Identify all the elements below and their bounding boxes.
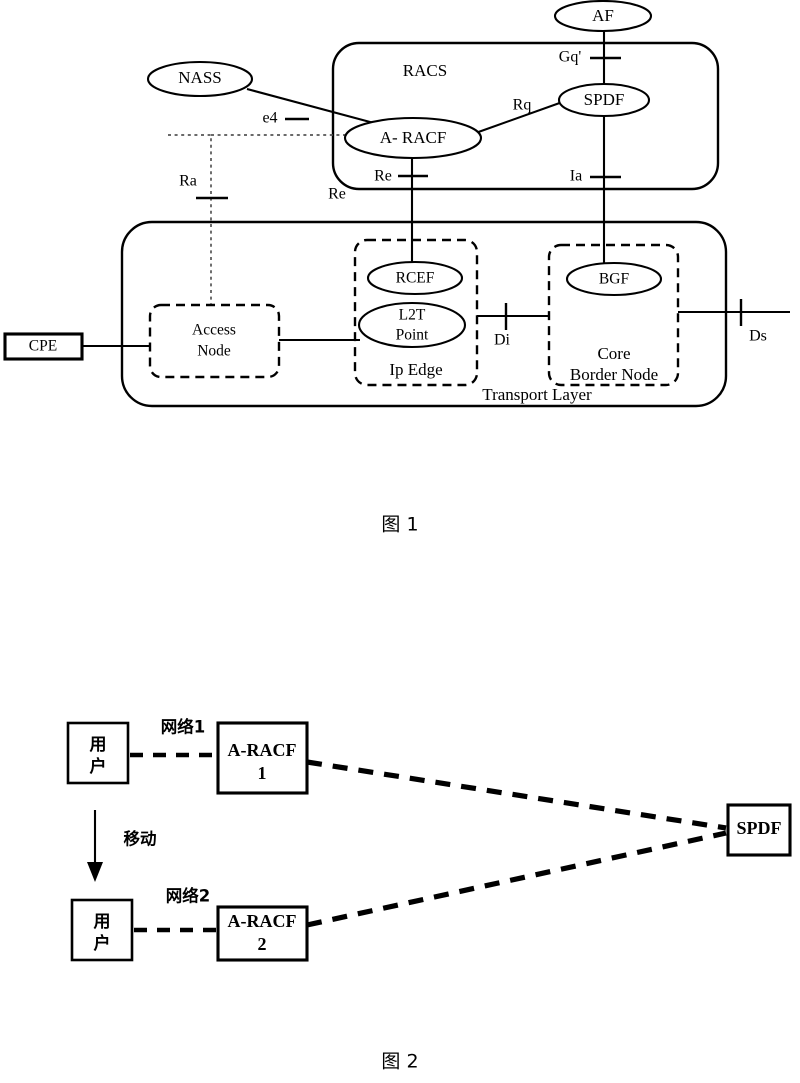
figures-canvas: RACS Transport Layer Ra AF Gq' NASS e4 S… xyxy=(3,0,792,1073)
l2t-point-label-line1: L2T xyxy=(399,307,426,324)
move-label: 移动 xyxy=(124,829,157,849)
user-2-label-line1: 用 xyxy=(94,912,111,932)
move-arrow-head xyxy=(87,862,103,882)
cpe-label: CPE xyxy=(29,338,57,355)
figure-2-caption: 图 2 xyxy=(381,1051,418,1073)
figure-1-caption: 图 1 xyxy=(381,514,418,536)
ra-label: Ra xyxy=(179,173,197,190)
spdf-label: SPDF xyxy=(584,90,625,109)
a-racf-2-to-spdf-link xyxy=(306,830,727,928)
user-1-label-line2: 户 xyxy=(90,756,107,777)
core-border-node-label-line2: Border Node xyxy=(570,365,658,384)
racs-label: RACS xyxy=(403,61,447,80)
transport-layer-label: Transport Layer xyxy=(482,385,592,404)
ia-label: Ia xyxy=(570,168,582,185)
e4-label: e4 xyxy=(262,110,277,127)
ra-dotted-link xyxy=(168,134,212,305)
ip-edge-label: Ip Edge xyxy=(389,360,442,379)
rq-label: Rq xyxy=(513,97,532,114)
af-label: AF xyxy=(592,6,614,25)
a-racf-label: A- RACF xyxy=(380,128,447,147)
patent-figure-sheet: RACS Transport Layer Ra AF Gq' NASS e4 S… xyxy=(0,0,800,1083)
user-1-label-line1: 用 xyxy=(90,735,107,755)
a-racf-2-label-line2: 2 xyxy=(258,934,267,954)
re-outer-label: Re xyxy=(328,186,346,203)
spdf-box-label: SPDF xyxy=(737,818,782,838)
access-node-box xyxy=(148,303,281,379)
a-racf-1-to-spdf-link xyxy=(306,759,727,831)
a-racf-1-label-line2: 1 xyxy=(258,763,267,783)
di-label: Di xyxy=(494,332,511,349)
user-2-label-line2: 户 xyxy=(94,933,111,954)
figure-1: RACS Transport Layer Ra AF Gq' NASS e4 S… xyxy=(3,0,790,536)
gq-label: Gq' xyxy=(559,49,582,66)
ds-label: Ds xyxy=(749,328,767,345)
l2t-point-label-line2: Point xyxy=(396,327,429,344)
network-2-label: 网络2 xyxy=(166,886,210,906)
a-racf-1-label-line1: A-RACF xyxy=(228,740,297,760)
figure-2: 用 户 网络1 A-RACF 1 移动 用 户 网络2 A-RACF 2 SPD… xyxy=(66,717,792,1073)
bgf-label: BGF xyxy=(599,271,630,288)
re-inner-label: Re xyxy=(374,168,392,185)
a-racf-2-label-line1: A-RACF xyxy=(228,911,297,931)
core-border-node-label-line1: Core xyxy=(597,344,630,363)
nass-label: NASS xyxy=(178,68,221,87)
rcef-label: RCEF xyxy=(396,270,435,287)
access-node-label-line1: Access xyxy=(192,322,236,339)
network-1-label: 网络1 xyxy=(161,717,205,737)
access-node-label-line2: Node xyxy=(197,343,231,360)
